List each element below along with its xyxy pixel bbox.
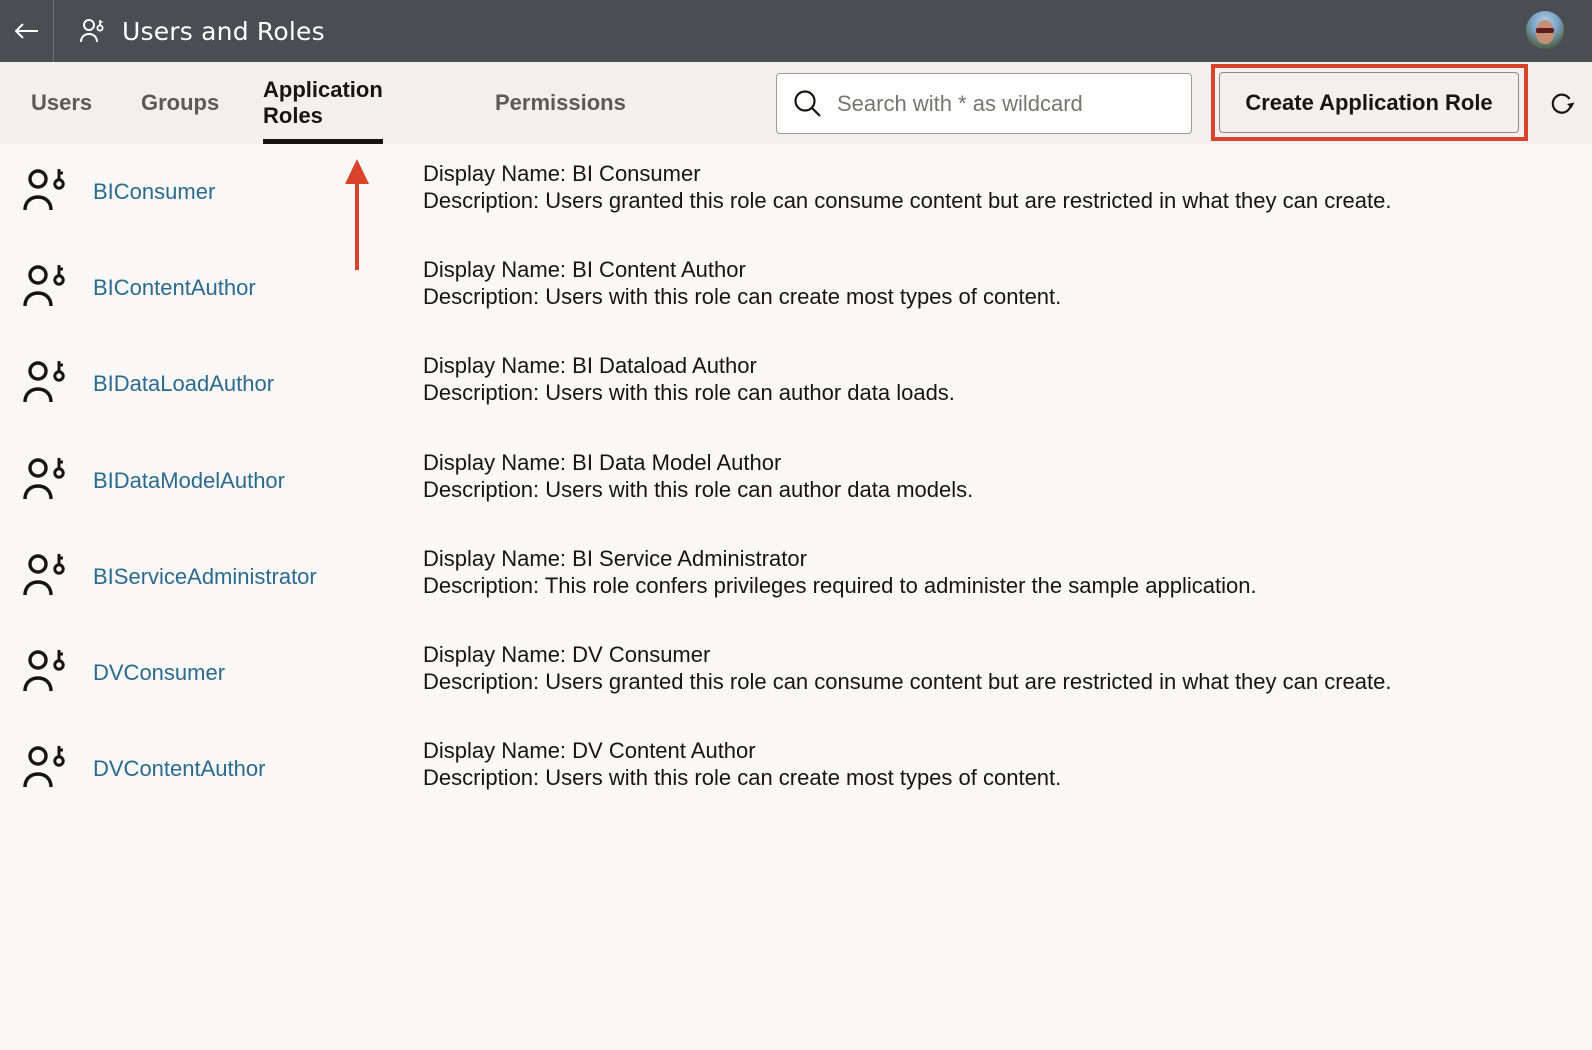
application-role-icon <box>22 262 68 308</box>
role-details: Display Name: DV Consumer Description: U… <box>423 641 1391 695</box>
tab-groups[interactable]: Groups <box>141 62 219 144</box>
role-name-link[interactable]: BIDataLoadAuthor <box>93 371 274 397</box>
role-name-link[interactable]: BIConsumer <box>93 179 215 205</box>
application-role-icon <box>22 358 68 404</box>
role-row: DVContentAuthor Display Name: DV Content… <box>0 721 1592 817</box>
role-details: Display Name: BI Consumer Description: U… <box>423 160 1391 214</box>
role-row: DVConsumer Display Name: DV Consumer Des… <box>0 625 1592 721</box>
role-description: Description: Users with this role can au… <box>423 477 974 502</box>
role-description: Description: Users granted this role can… <box>423 188 1392 213</box>
role-display-name: Display Name: BI Service Administrator <box>423 546 807 571</box>
role-row: BIDataModelAuthor Display Name: BI Data … <box>0 433 1592 529</box>
role-description: Description: This role confers privilege… <box>423 573 1257 598</box>
role-name-link[interactable]: BIServiceAdministrator <box>93 564 317 590</box>
tab-application-roles[interactable]: Application Roles <box>263 62 383 144</box>
role-row: BIConsumer Display Name: BI Consumer Des… <box>0 144 1592 240</box>
create-application-role-button[interactable]: Create Application Role <box>1219 72 1519 133</box>
app-header: Users and Roles <box>0 0 1592 62</box>
application-role-icon <box>22 551 68 597</box>
application-role-icon <box>22 743 68 789</box>
role-display-name: Display Name: BI Consumer <box>423 161 701 186</box>
tab-label: Permissions <box>495 90 626 115</box>
application-role-icon <box>22 455 68 501</box>
app-title: Users and Roles <box>122 16 325 46</box>
user-avatar[interactable] <box>1526 11 1564 49</box>
tab-label: Users <box>31 90 93 115</box>
search-input[interactable] <box>837 90 1177 117</box>
user-key-icon <box>80 18 106 44</box>
application-role-icon <box>22 647 68 693</box>
role-display-name: Display Name: BI Data Model Author <box>423 450 782 475</box>
role-description: Description: Users with this role can au… <box>423 380 955 405</box>
role-details: Display Name: BI Dataload Author Descrip… <box>423 352 955 406</box>
arrow-left-icon <box>14 23 38 39</box>
role-description: Description: Users with this role can cr… <box>423 284 1062 309</box>
role-row: BIDataLoadAuthor Display Name: BI Datalo… <box>0 336 1592 432</box>
role-display-name: Display Name: BI Dataload Author <box>423 353 757 378</box>
back-button[interactable] <box>0 0 54 62</box>
tab-users[interactable]: Users <box>31 62 92 144</box>
role-name-link[interactable]: DVContentAuthor <box>93 756 265 782</box>
role-details: Display Name: BI Data Model Author Descr… <box>423 449 973 503</box>
role-name-link[interactable]: BIDataModelAuthor <box>93 468 285 494</box>
refresh-button[interactable] <box>1547 88 1577 118</box>
tab-label: Groups <box>141 90 220 115</box>
search-box <box>776 73 1192 134</box>
role-details: Display Name: BI Service Administrator D… <box>423 545 1257 599</box>
role-name-link[interactable]: DVConsumer <box>93 660 225 686</box>
tab-label: Application Roles <box>263 77 383 128</box>
role-display-name: Display Name: DV Content Author <box>423 738 756 763</box>
search-icon <box>793 89 823 119</box>
avatar-glasses <box>1536 28 1554 33</box>
role-row: BIServiceAdministrator Display Name: BI … <box>0 529 1592 625</box>
role-name-link[interactable]: BIContentAuthor <box>93 275 256 301</box>
application-role-icon <box>22 166 68 212</box>
role-display-name: Display Name: BI Content Author <box>423 257 746 282</box>
toolbar: Users Groups Application Roles Permissio… <box>0 62 1592 144</box>
role-details: Display Name: DV Content Author Descript… <box>423 737 1061 791</box>
role-details: Display Name: BI Content Author Descript… <box>423 256 1061 310</box>
role-description: Description: Users with this role can cr… <box>423 765 1062 790</box>
refresh-icon <box>1551 93 1575 114</box>
role-display-name: Display Name: DV Consumer <box>423 642 711 667</box>
tab-permissions[interactable]: Permissions <box>495 62 626 144</box>
role-description: Description: Users granted this role can… <box>423 669 1392 694</box>
role-row: BIContentAuthor Display Name: BI Content… <box>0 240 1592 336</box>
